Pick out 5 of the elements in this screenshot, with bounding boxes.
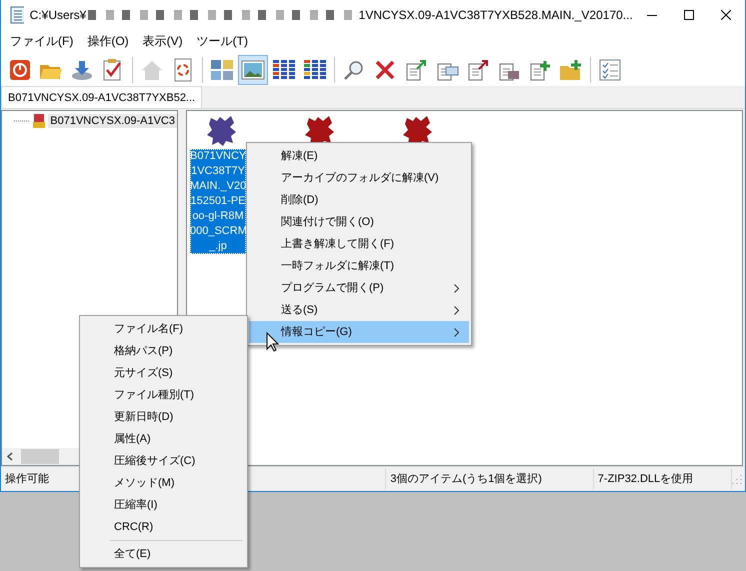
window-title: C:¥Users¥	[30, 8, 86, 22]
status-text: 3個のアイテム(うち1個を選択)	[386, 469, 594, 489]
file-name-label: B071VNCY 1VC38T7Y MAIN._V20 152501-PE oo-gl-R8M 000_SCRM _.jp	[190, 149, 246, 254]
window-title: 1VNCYSX.09-A1VC38T7YXB528.MAIN._V20170...	[358, 8, 633, 22]
status-text: 7-ZIP32.DLLを使用	[594, 469, 732, 489]
